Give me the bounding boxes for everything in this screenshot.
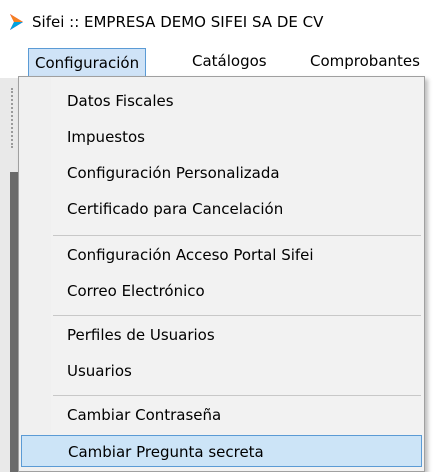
- menu-bar: Configuración Catálogos Comprobantes: [0, 44, 438, 80]
- menu-item-cambiar-contrasena[interactable]: Cambiar Contraseña: [21, 399, 422, 431]
- menu-item-correo-electronico[interactable]: Correo Electrónico: [21, 275, 422, 307]
- menu-item-acceso-portal[interactable]: Configuración Acceso Portal Sifei: [21, 239, 422, 271]
- menu-separator: [53, 235, 421, 236]
- title-bar: Sifei :: EMPRESA DEMO SIFEI SA DE CV: [0, 0, 438, 44]
- configuracion-dropdown-menu: Datos Fiscales Impuestos Configuración P…: [18, 76, 425, 472]
- menu-item-datos-fiscales[interactable]: Datos Fiscales: [21, 85, 422, 117]
- toolbar-grip[interactable]: [11, 88, 15, 148]
- menu-item-usuarios[interactable]: Usuarios: [21, 355, 422, 387]
- menu-item-configuracion-personalizada[interactable]: Configuración Personalizada: [21, 157, 422, 189]
- menu-item-cambiar-pregunta-secreta[interactable]: Cambiar Pregunta secreta: [21, 435, 422, 467]
- menu-item-impuestos[interactable]: Impuestos: [21, 121, 422, 153]
- sifei-logo-icon: [10, 14, 23, 30]
- menu-separator: [53, 395, 421, 396]
- menu-catalogos[interactable]: Catálogos: [186, 48, 273, 74]
- menu-item-certificado-cancelacion[interactable]: Certificado para Cancelación: [21, 193, 422, 225]
- menu-comprobantes[interactable]: Comprobantes: [304, 48, 426, 74]
- menu-separator: [53, 315, 421, 316]
- menu-item-perfiles-usuarios[interactable]: Perfiles de Usuarios: [21, 319, 422, 351]
- window-title: Sifei :: EMPRESA DEMO SIFEI SA DE CV: [32, 13, 324, 31]
